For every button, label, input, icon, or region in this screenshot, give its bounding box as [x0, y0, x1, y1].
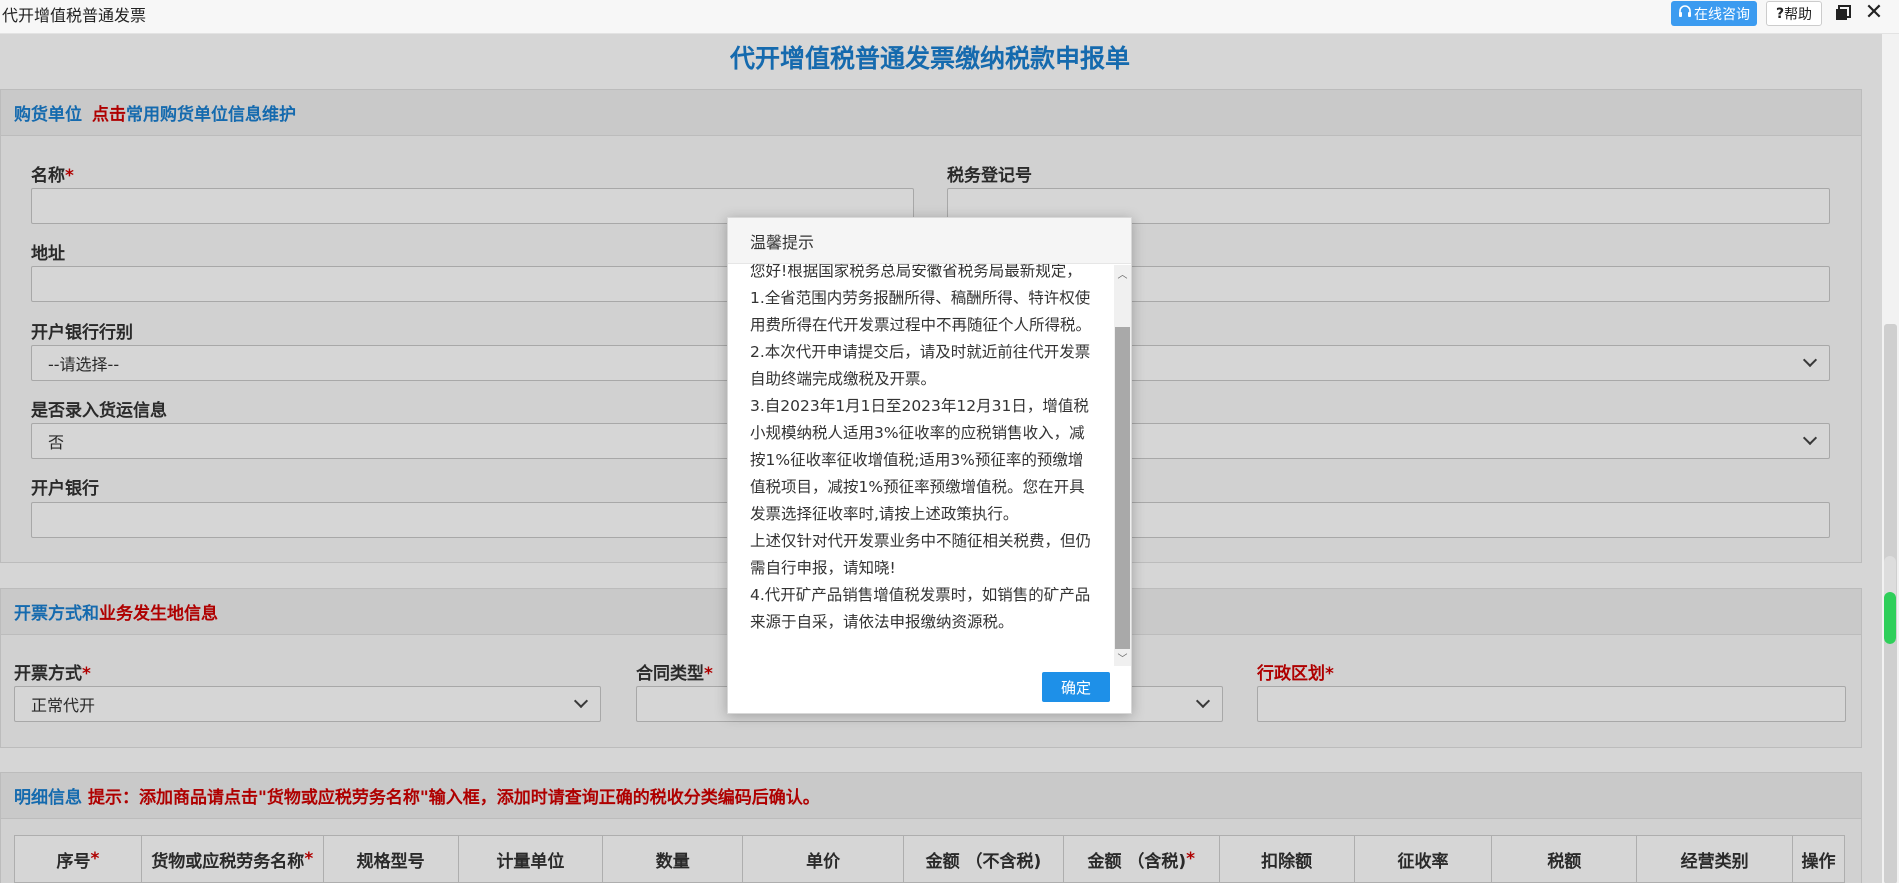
dialog-paragraph: 4.代开矿产品销售增值税发票时，如销售的矿产品来源于自采，请依法申报缴纳资源税。: [750, 586, 1091, 631]
help-label: 帮助: [1784, 6, 1813, 23]
help-button[interactable]: ? 帮助: [1766, 1, 1822, 26]
dialog-body: 您好!根据国家税务总局安徽省税务局最新规定， 1.全省范围内劳务报酬所得、稿酬所得…: [750, 264, 1096, 666]
dialog-title: 温馨提示: [728, 218, 1131, 264]
online-consult-label: 在线咨询: [1694, 6, 1750, 23]
dialog-paragraph: 上述仅针对代开发票业务中不随征相关税费，但仍需自行申报，请知晓!: [750, 532, 1092, 577]
confirm-button[interactable]: 确定: [1042, 672, 1110, 702]
window-title: 代开增值税普通发票: [2, 6, 147, 25]
dialog-paragraph: 2.本次代开申请提交后，请及时就近前往代开发票自助终端完成缴税及开票。: [750, 343, 1091, 388]
restore-window-icon[interactable]: [1832, 2, 1854, 24]
close-window-icon[interactable]: ✕: [1862, 0, 1886, 25]
dialog-paragraph: 3.自2023年1月1日至2023年12月31日，增值税小规模纳税人适用3%征收…: [750, 397, 1089, 523]
scroll-up-icon[interactable]: ︿: [1114, 265, 1131, 282]
headset-icon: [1678, 4, 1692, 23]
dialog-paragraph: 1.全省范围内劳务报酬所得、稿酬所得、特许权使用费所得在代开发票过程中不再随征个…: [750, 289, 1092, 334]
dialog-paragraph: 您好!根据国家税务总局安徽省税务局最新规定，: [750, 264, 1082, 280]
side-progress-fill: [1884, 592, 1896, 644]
scroll-down-icon[interactable]: ﹀: [1114, 649, 1131, 666]
title-bar: 代开增值税普通发票 在线咨询 ? 帮助 ✕: [0, 0, 1899, 34]
online-consult-button[interactable]: 在线咨询: [1671, 1, 1757, 26]
side-progress-slider[interactable]: [1884, 556, 1896, 644]
dialog-scrollbar[interactable]: ︿ ﹀: [1114, 265, 1131, 666]
page-scrollbar[interactable]: [1882, 34, 1899, 883]
question-mark-icon: ?: [1775, 5, 1785, 22]
dialog-scrollbar-thumb[interactable]: [1115, 327, 1130, 649]
notice-dialog: 温馨提示 您好!根据国家税务总局安徽省税务局最新规定， 1.全省范围内劳务报酬所得…: [727, 217, 1132, 714]
